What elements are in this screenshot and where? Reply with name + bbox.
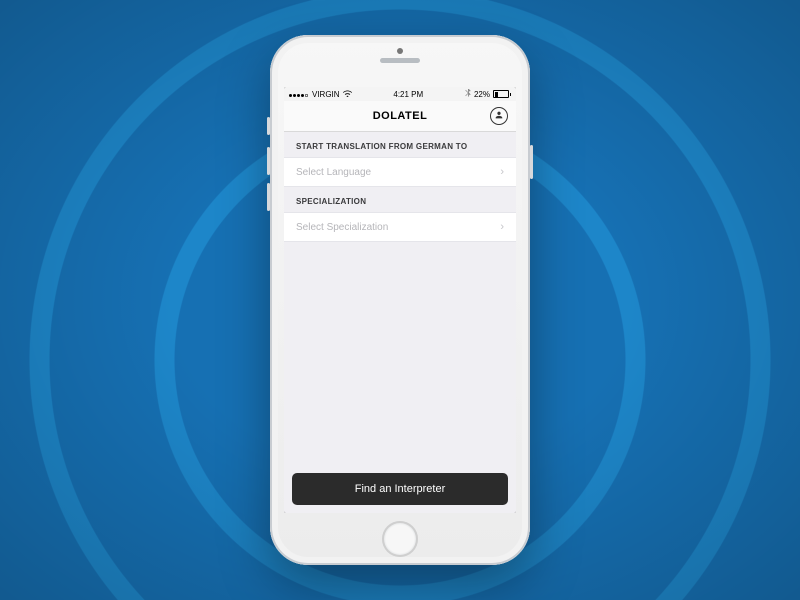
status-left: VIRGIN: [289, 90, 352, 99]
page-title: DOLATEL: [373, 110, 428, 122]
specialization-section-label: SPECIALIZATION: [284, 187, 516, 212]
phone-camera: [397, 48, 403, 54]
phone-frame: VIRGIN 4:21 PM 22% DOLATEL: [270, 35, 530, 565]
power-button: [530, 145, 533, 179]
chevron-right-icon: ›: [500, 221, 504, 233]
nav-bar: DOLATEL: [284, 101, 516, 132]
screen: VIRGIN 4:21 PM 22% DOLATEL: [284, 87, 516, 513]
wifi-icon: [343, 90, 352, 99]
find-interpreter-label: Find an Interpreter: [355, 483, 446, 495]
home-button[interactable]: [382, 521, 418, 557]
battery-percent: 22%: [474, 90, 490, 99]
signal-dots-icon: [289, 90, 309, 99]
language-section-label: START TRANSLATION FROM GERMAN TO: [284, 132, 516, 157]
select-specialization-row[interactable]: Select Specialization ›: [284, 212, 516, 242]
phone-speaker: [380, 58, 420, 63]
status-right: 22%: [465, 89, 511, 99]
carrier-label: VIRGIN: [312, 90, 340, 99]
battery-icon: [493, 90, 511, 98]
profile-icon: [494, 110, 504, 123]
select-specialization-placeholder: Select Specialization: [296, 222, 388, 233]
bluetooth-icon: [465, 89, 471, 99]
status-time: 4:21 PM: [393, 90, 423, 99]
content: START TRANSLATION FROM GERMAN TO Select …: [284, 132, 516, 513]
mute-switch: [267, 117, 270, 135]
chevron-right-icon: ›: [500, 166, 504, 178]
select-language-row[interactable]: Select Language ›: [284, 157, 516, 187]
status-bar: VIRGIN 4:21 PM 22%: [284, 87, 516, 101]
volume-down: [267, 183, 270, 211]
profile-button[interactable]: [490, 107, 508, 125]
volume-up: [267, 147, 270, 175]
find-interpreter-button[interactable]: Find an Interpreter: [292, 473, 508, 505]
select-language-placeholder: Select Language: [296, 167, 371, 178]
